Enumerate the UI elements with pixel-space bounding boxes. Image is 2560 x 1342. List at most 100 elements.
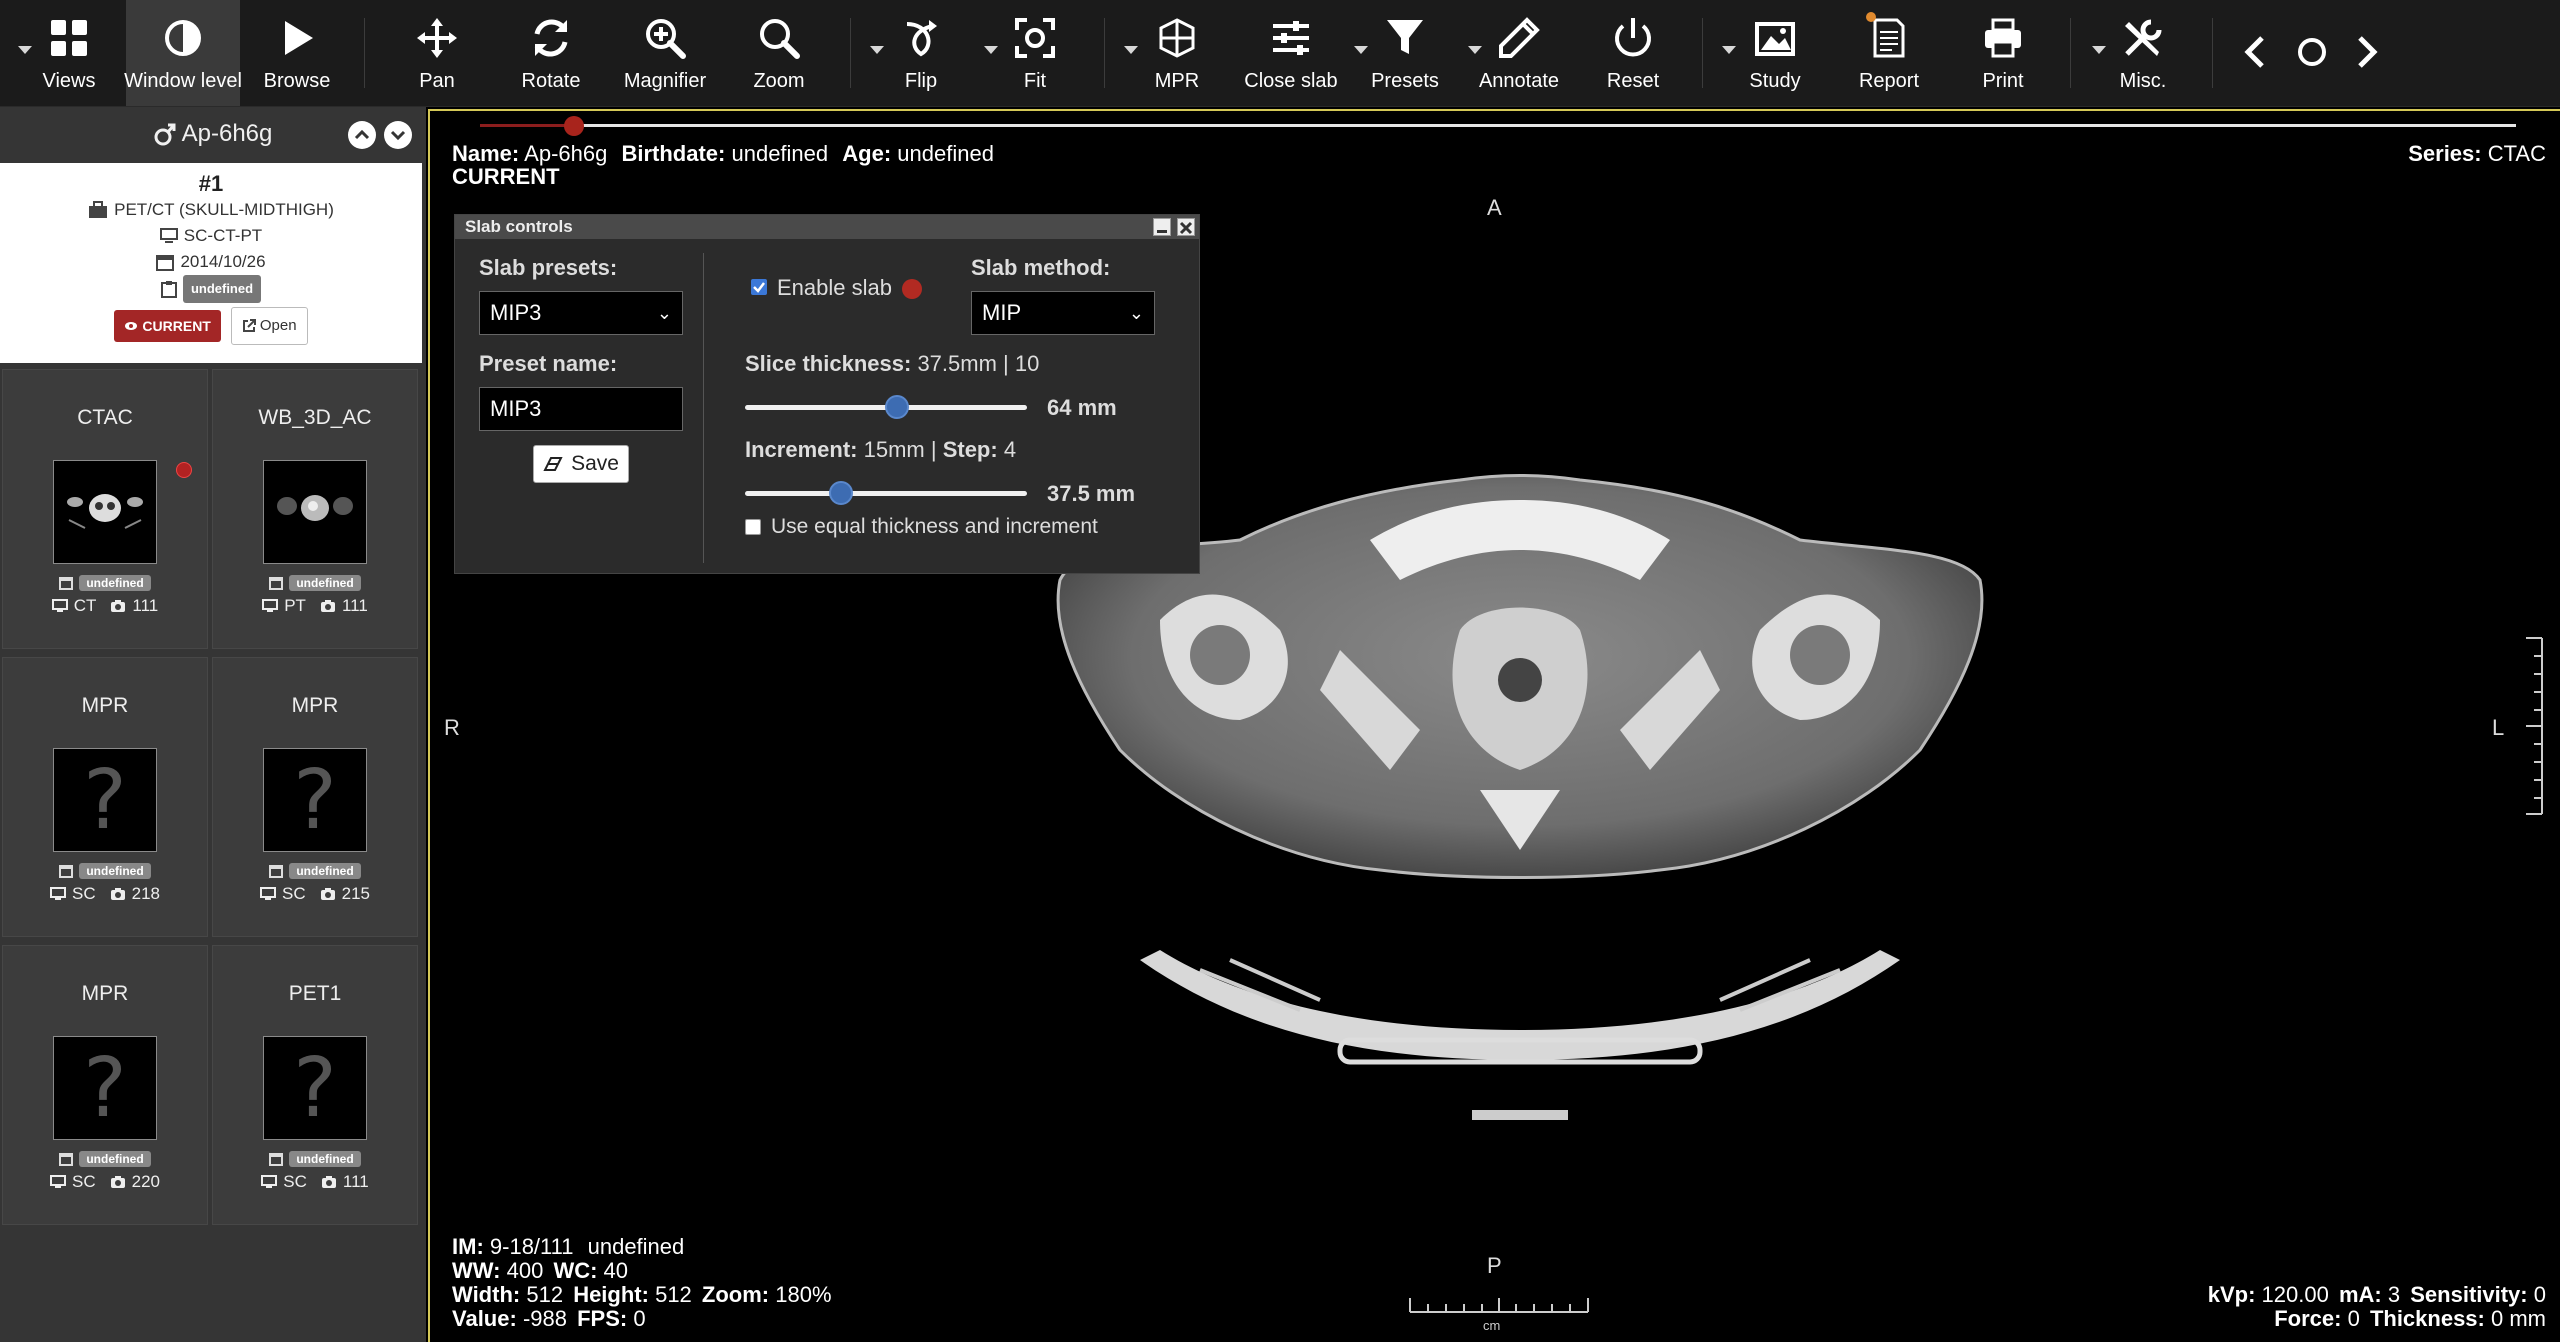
misc-button[interactable]: Misc. — [2086, 0, 2200, 106]
pixel-value-overlay: Value: -988 FPS: 0 — [452, 1306, 646, 1332]
ww-label: WW: — [452, 1258, 501, 1283]
birthdate-label: Birthdate: — [621, 141, 726, 166]
toolbar-separator — [850, 18, 851, 88]
printer-icon — [1985, 18, 2021, 58]
expand-down-button[interactable] — [384, 121, 412, 149]
height-value: 512 — [655, 1282, 692, 1307]
misc-label: Misc. — [2119, 70, 2167, 92]
current-status-label: CURRENT — [452, 164, 560, 189]
eraser-icon — [543, 457, 563, 471]
series-thumbnail-mpr[interactable]: MPR ? undefined SC 218 — [2, 657, 208, 937]
series-thumbnail-wb-3d-ac[interactable]: WB_3D_AC undefined PT 111 — [212, 369, 418, 649]
views-button[interactable]: Views — [12, 0, 126, 106]
print-button[interactable]: Print — [1946, 0, 2060, 106]
fps-label: FPS: — [577, 1306, 628, 1331]
series-date-row: undefined — [213, 863, 417, 879]
filter-icon — [1387, 20, 1423, 54]
preset-name-value: MIP3 — [490, 396, 542, 421]
pencil-icon — [1499, 17, 1540, 58]
series-thumbnail-mpr[interactable]: MPR ? undefined SC 220 — [2, 945, 208, 1225]
open-study-button[interactable]: Open — [230, 307, 308, 345]
study-button[interactable]: Study — [1718, 0, 1832, 106]
camera-icon — [320, 600, 335, 612]
camera-icon — [110, 888, 125, 900]
magnifier-label: Magnifier — [623, 70, 707, 92]
flip-label: Flip — [904, 70, 938, 92]
collapse-up-button[interactable] — [348, 121, 376, 149]
browse-button[interactable]: Browse — [240, 0, 354, 106]
camera-icon — [320, 888, 335, 900]
check-icon — [753, 282, 765, 293]
series-thumbnail-ctac[interactable]: CTAC undefined CT 111 — [2, 369, 208, 649]
close-slab-label: Close slab — [1244, 70, 1338, 92]
minimize-panel-button[interactable] — [1153, 218, 1171, 236]
slab-presets-value: MIP3 — [490, 300, 542, 325]
force-label: Force: — [2274, 1306, 2342, 1331]
save-preset-button[interactable]: Save — [533, 445, 629, 483]
slab-presets-select[interactable]: MIP3 ⌄ — [479, 291, 683, 335]
study-badge-row: undefined — [0, 275, 422, 303]
age-value: undefined — [897, 141, 994, 166]
ct-preview-image — [67, 494, 143, 529]
flip-button[interactable]: Flip — [864, 0, 978, 106]
toolbar-separator — [2212, 18, 2213, 88]
reset-button[interactable]: Reset — [1576, 0, 1690, 106]
slice-thickness-slider-handle[interactable] — [885, 395, 910, 419]
name-label: Name: — [452, 141, 520, 166]
question-mark-icon: ? — [53, 1036, 157, 1140]
series-date-badge: undefined — [79, 575, 151, 591]
frame-timeline-handle[interactable] — [563, 116, 584, 136]
circle-icon[interactable] — [2290, 30, 2334, 74]
current-badge[interactable]: CURRENT — [114, 310, 221, 342]
equal-thickness-checkbox[interactable] — [745, 519, 761, 535]
zoom-button[interactable]: Zoom — [722, 0, 836, 106]
enable-slab-checkbox[interactable] — [751, 279, 767, 295]
series-date-row: undefined — [3, 1151, 207, 1167]
increment-slider-track[interactable] — [745, 491, 1027, 496]
study-modalities-row: SC-CT-PT — [0, 223, 422, 249]
open-label: Open — [259, 317, 297, 334]
zoom-in-icon — [646, 19, 686, 59]
main-toolbar: Views Window level Browse Pan Rotate Mag… — [0, 0, 2560, 107]
slab-controls-titlebar[interactable]: Slab controls — [455, 215, 1199, 239]
increment-slider-handle[interactable] — [828, 481, 853, 505]
previous-chevron-icon[interactable] — [2234, 30, 2278, 74]
wc-value: 40 — [603, 1258, 629, 1283]
series-date-row: undefined — [213, 1151, 417, 1167]
width-value: 512 — [526, 1282, 564, 1307]
dimensions-overlay: Width: 512 Height: 512 Zoom: 180% — [452, 1282, 832, 1308]
im-label: IM: — [452, 1234, 484, 1259]
close-icon — [1179, 221, 1193, 235]
series-thumbnail-pet1[interactable]: PET1 ? undefined SC 111 — [212, 945, 418, 1225]
ww-value: 400 — [506, 1258, 544, 1283]
frame-timeline-track[interactable] — [480, 124, 2516, 127]
presets-button[interactable]: Presets — [1348, 0, 1462, 106]
rotate-button[interactable]: Rotate — [494, 0, 608, 106]
slab-method-select[interactable]: MIP ⌄ — [971, 291, 1155, 335]
annotate-button[interactable]: Annotate — [1462, 0, 1576, 106]
camera-icon — [110, 1176, 125, 1188]
magnifier-button[interactable]: Magnifier — [608, 0, 722, 106]
series-date-row: undefined — [213, 575, 417, 591]
study-card[interactable]: #1 PET/CT (SKULL-MIDTHIGH) SC-CT-PT 2014… — [0, 163, 422, 363]
preset-name-input[interactable]: MIP3 — [479, 387, 683, 431]
close-slab-button[interactable]: Close slab — [1234, 0, 1348, 106]
pan-button[interactable]: Pan — [380, 0, 494, 106]
series-count: 111 — [341, 596, 368, 615]
mpr-button[interactable]: MPR — [1120, 0, 1234, 106]
calendar-icon — [59, 577, 74, 590]
sensitivity-value: 0 — [2533, 1282, 2546, 1307]
increment-info: 15mm | — [863, 437, 937, 462]
series-thumbnail-mpr[interactable]: MPR ? undefined SC 215 — [212, 657, 418, 937]
next-chevron-icon[interactable] — [2344, 30, 2388, 74]
width-label: Width: — [452, 1282, 521, 1307]
study-description-row: PET/CT (SKULL-MIDTHIGH) — [0, 197, 422, 223]
window-level-button[interactable]: Window level — [124, 0, 242, 106]
height-label: Height: — [573, 1282, 649, 1307]
close-panel-button[interactable] — [1177, 218, 1195, 236]
series-modality: SC — [282, 884, 306, 903]
series-info-row: CT 111 — [3, 596, 207, 616]
fit-button[interactable]: Fit — [978, 0, 1092, 106]
zoom-label: Zoom — [753, 70, 805, 92]
report-button[interactable]: Report — [1832, 0, 1946, 106]
